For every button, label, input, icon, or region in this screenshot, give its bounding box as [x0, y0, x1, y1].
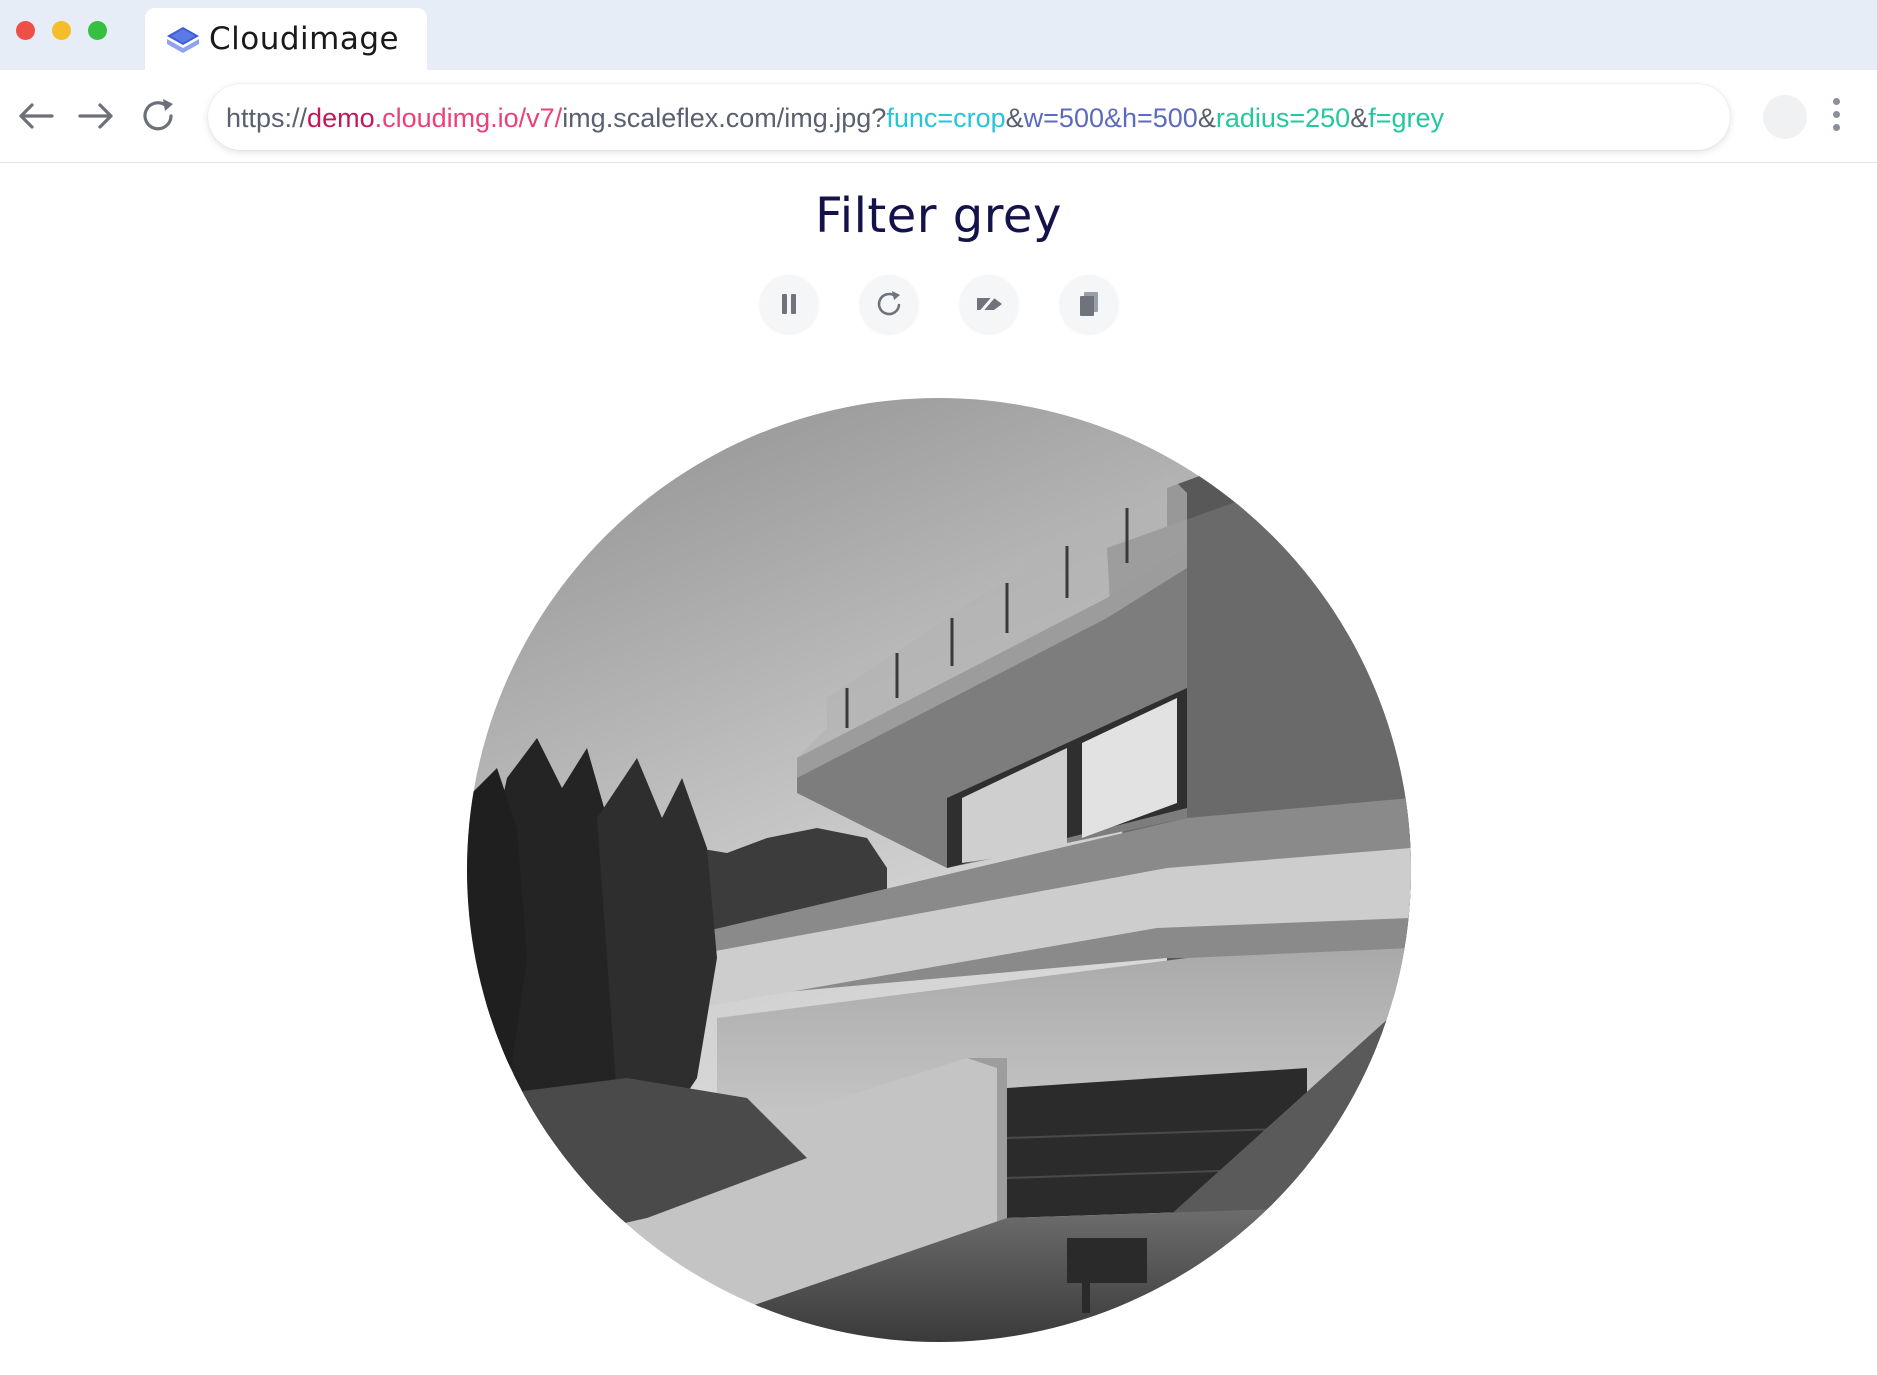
url-host-path: .cloudimg.io/v7/	[374, 103, 563, 133]
more-options-icon[interactable]	[1826, 98, 1846, 138]
url-dimension-params: w=500&h=500	[1023, 103, 1198, 133]
tab-title: Cloudimage	[209, 21, 400, 57]
url-filter-param: f=grey	[1368, 103, 1444, 133]
replay-button[interactable]	[860, 275, 918, 333]
reload-icon[interactable]	[136, 94, 180, 138]
url-separator: &	[1197, 103, 1216, 133]
pause-icon	[782, 294, 796, 314]
url-separator: &	[1350, 103, 1369, 133]
browser-tab-strip: Cloudimage	[0, 0, 1877, 70]
url-func-param: func=crop	[886, 103, 1006, 133]
reload-icon	[877, 291, 901, 316]
cloudimage-logo-icon	[167, 27, 199, 53]
maximize-window-button[interactable]	[88, 21, 107, 40]
close-window-button[interactable]	[16, 21, 35, 40]
profile-avatar[interactable]	[1763, 95, 1807, 139]
browser-toolbar: https://demo.cloudimg.io/v7/img.scalefle…	[0, 70, 1877, 163]
forward-arrow-icon[interactable]	[74, 94, 118, 138]
address-bar[interactable]: https://demo.cloudimg.io/v7/img.scalefle…	[208, 84, 1730, 150]
minimize-window-button[interactable]	[52, 21, 71, 40]
pause-button[interactable]	[760, 275, 818, 333]
copy-icon	[1080, 292, 1098, 316]
house-photo-greyscale	[467, 398, 1411, 1342]
tag-button[interactable]	[960, 275, 1018, 333]
url-separator: &	[1005, 103, 1024, 133]
browser-tab[interactable]: Cloudimage	[145, 8, 427, 70]
url-text: https://demo.cloudimg.io/v7/img.scalefle…	[226, 103, 1444, 134]
tag-icon	[977, 293, 1002, 315]
house-illustration	[467, 398, 1411, 1342]
url-origin-path: img.scaleflex.com/img.jpg?	[562, 103, 887, 133]
url-radius-param: radius=250	[1215, 103, 1351, 133]
url-protocol: https://	[226, 103, 308, 133]
copy-button[interactable]	[1060, 275, 1118, 333]
back-arrow-icon[interactable]	[14, 94, 58, 138]
page-title: Filter grey	[815, 188, 1062, 244]
url-subdomain: demo	[307, 103, 375, 133]
